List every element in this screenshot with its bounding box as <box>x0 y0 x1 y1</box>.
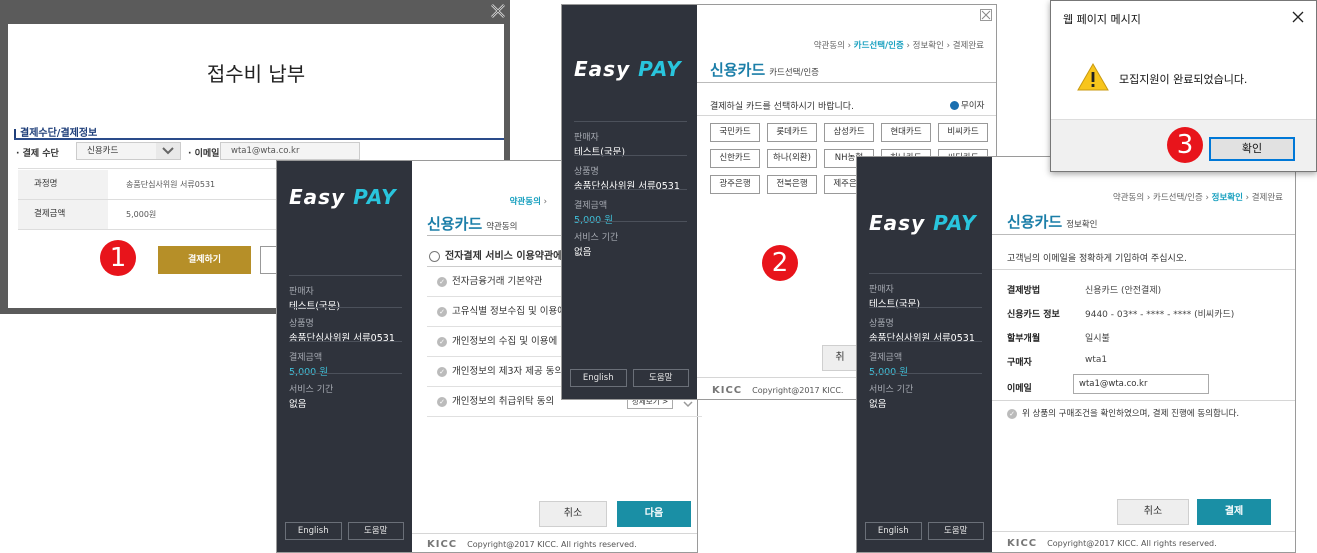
info-icon <box>950 101 959 110</box>
card-option[interactable]: 롯데카드 <box>767 123 817 142</box>
help-button[interactable]: 도움말 <box>927 522 984 540</box>
sidebar: Easy PAY 판매자 테스트(국문) 상품명 송품단심사위원 서류0531 결제… <box>277 161 412 552</box>
agree-terms-checkbox[interactable]: ✓ 위 상품의 구매조건을 확인하였으며, 결제 진행에 동의합니다. <box>1007 407 1239 419</box>
check-icon: ✓ <box>437 276 447 287</box>
method-select[interactable]: 신용카드 <box>76 142 181 160</box>
check-icon: ✓ <box>437 306 447 317</box>
close-icon[interactable] <box>490 3 506 19</box>
footer: KICC Copyright@2017 KICC. All rights rese… <box>427 539 637 550</box>
agree-all[interactable]: 전자결제 서비스 이용약관에 <box>429 247 562 262</box>
page-title: 신용카드 카드선택/인증 <box>710 61 819 79</box>
help-button[interactable]: 도움말 <box>632 369 689 387</box>
close-icon[interactable] <box>980 9 992 21</box>
info-table: 결제방법 신용카드 (안전결제) 신용카드 정보 9440 - 03** - ***… <box>1007 286 1235 394</box>
english-button[interactable]: English <box>570 369 627 387</box>
method-label: · 결제 수단 <box>16 149 59 159</box>
check-icon: ✓ <box>437 336 447 347</box>
card-option[interactable]: 신한카드 <box>710 149 760 168</box>
card-option[interactable]: 현대카드 <box>881 123 931 142</box>
english-button[interactable]: English <box>865 522 922 540</box>
page-title: 접수비 납부 <box>206 62 306 86</box>
step-marker-3: 3 <box>1167 127 1203 163</box>
instruction-text: 결제하실 카드를 선택하시기 바랍니다. <box>710 102 854 112</box>
interest-free-info[interactable]: 무이자 <box>950 99 984 111</box>
close-icon[interactable] <box>1292 11 1304 23</box>
card-option[interactable]: 삼성카드 <box>824 123 874 142</box>
card-option[interactable]: 전북은행 <box>767 175 817 194</box>
easypay-logo: Easy PAY <box>869 211 977 235</box>
step-marker-2: 2 <box>762 245 798 281</box>
message-dialog: 웹 페이지 메시지 모집지원이 완료되었습니다. 확인 3 <box>1050 0 1317 172</box>
check-icon: ✓ <box>437 366 447 377</box>
sidebar: Easy PAY 판매자 테스트(국문) 상품명 송품단심사위원 서류0531 결제… <box>562 5 697 399</box>
pay-button[interactable]: 결제 <box>1197 499 1271 525</box>
circle-check-icon <box>429 250 440 262</box>
help-button[interactable]: 도움말 <box>347 522 404 540</box>
footer: KICC Copyright@2017 KICC. <box>712 385 844 396</box>
english-button[interactable]: English <box>285 522 342 540</box>
check-icon: ✓ <box>437 396 447 407</box>
breadcrumb: 약관동의 › 카드선택/인증 › 정보확인 › 결제완료 <box>1112 193 1283 203</box>
sidebar: Easy PAY 판매자 테스트(국문) 상품명 송품단심사위원 서류0531 결제… <box>857 157 992 552</box>
easypay-logo: Easy PAY <box>289 185 397 209</box>
info-confirm-window: Easy PAY 판매자 테스트(국문) 상품명 송품단심사위원 서류0531 결제… <box>856 156 1296 553</box>
section-heading: 결제수단/결제정보 <box>14 124 97 139</box>
pay-button[interactable]: 결제하기 <box>158 246 251 274</box>
cancel-button[interactable]: 취 <box>822 345 858 371</box>
next-button[interactable]: 다음 <box>617 501 691 527</box>
instruction-text: 고객님의 이메일을 정확하게 기입하여 주십시오. <box>1007 254 1187 264</box>
step-marker-1: 1 <box>100 240 136 276</box>
email-field[interactable]: wta1@wta.co.kr <box>1073 374 1209 394</box>
chevron-down-icon <box>156 143 180 159</box>
page-title: 신용카드 정보확인 <box>1007 213 1098 231</box>
check-icon: ✓ <box>1007 408 1017 419</box>
breadcrumb: 약관동의 › <box>509 197 547 207</box>
easypay-logo: Easy PAY <box>574 57 682 81</box>
card-option[interactable]: 비씨카드 <box>938 123 988 142</box>
dialog-message: 모집지원이 완료되었습니다. <box>1119 73 1248 86</box>
cancel-button[interactable]: 취소 <box>539 501 607 527</box>
page-title: 신용카드 약관동의 <box>427 215 518 233</box>
ok-button[interactable]: 확인 <box>1209 137 1295 161</box>
cancel-button[interactable]: 취소 <box>1117 499 1189 525</box>
footer: KICC Copyright@2017 KICC. All rights rese… <box>1007 538 1217 549</box>
dialog-title: 웹 페이지 메시지 <box>1063 13 1141 26</box>
email-label: · 이메일 <box>188 149 220 159</box>
card-option[interactable]: 하나(외환) <box>767 149 817 168</box>
email-field[interactable]: wta1@wta.co.kr <box>220 142 360 160</box>
card-option[interactable]: 광주은행 <box>710 175 760 194</box>
warning-icon <box>1077 62 1109 91</box>
breadcrumb: 약관동의 › 카드선택/인증 › 정보확인 › 결제완료 <box>813 41 984 51</box>
card-option[interactable]: 국민카드 <box>710 123 760 142</box>
